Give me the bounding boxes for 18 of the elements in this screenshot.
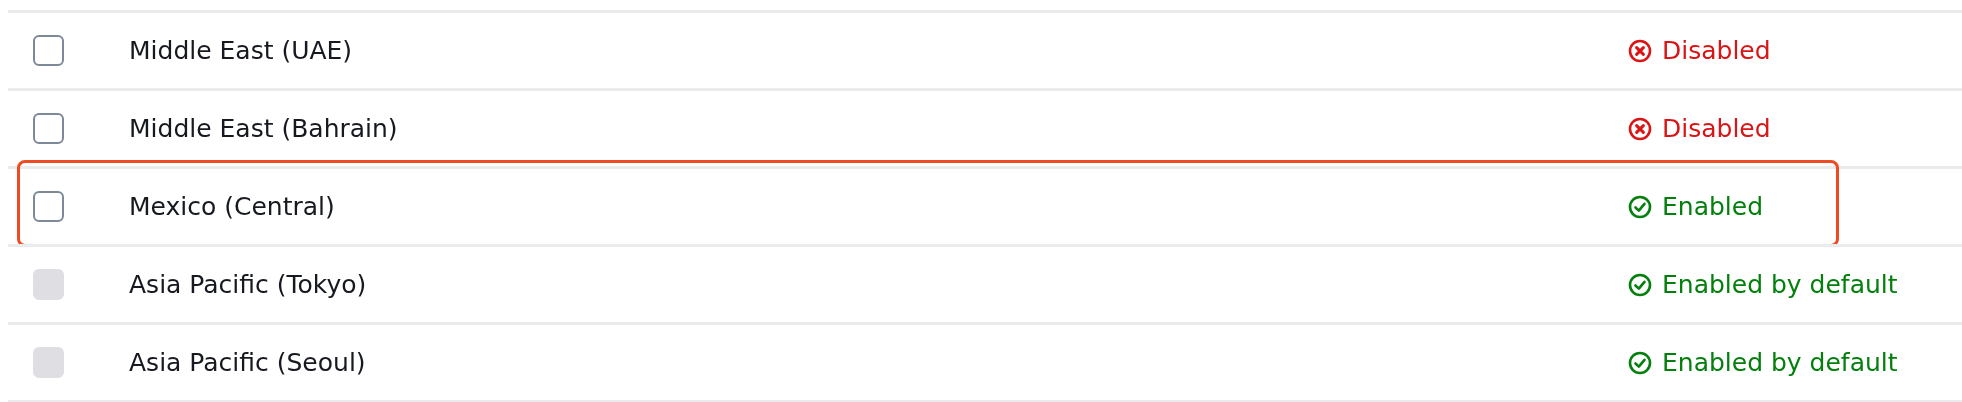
success-icon [1628, 272, 1652, 297]
status-label: Enabled by default [1662, 348, 1898, 377]
region-name: Asia Pacific (Tokyo) [129, 270, 367, 299]
status-label: Enabled [1662, 192, 1764, 221]
region-name: Middle East (Bahrain) [129, 114, 398, 143]
region-name: Asia Pacific (Seoul) [129, 348, 366, 377]
status-label: Disabled [1662, 36, 1771, 65]
error-icon [1628, 116, 1652, 141]
status-label: Disabled [1662, 114, 1771, 143]
region-name: Mexico (Central) [129, 192, 335, 221]
success-icon [1628, 350, 1652, 375]
region-name: Middle East (UAE) [129, 36, 353, 65]
error-icon [1628, 38, 1652, 63]
row-checkbox[interactable] [33, 191, 64, 222]
status-label: Enabled by default [1662, 270, 1898, 299]
row-checkbox[interactable] [33, 113, 64, 144]
success-icon [1628, 194, 1652, 219]
row-checkbox[interactable] [33, 35, 64, 66]
